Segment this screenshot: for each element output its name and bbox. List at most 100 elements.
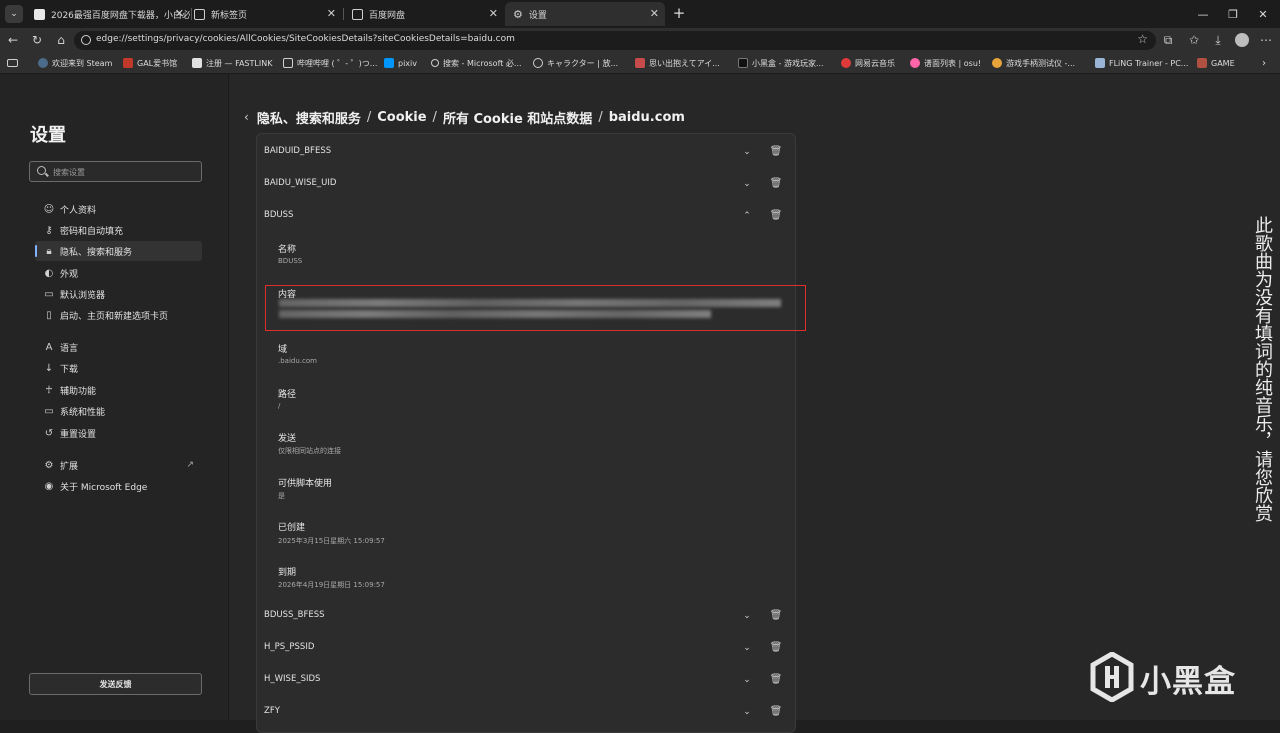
delete-icon[interactable]: 🗑︎ <box>769 704 783 718</box>
maximize-button[interactable]: ❐ <box>1218 0 1248 28</box>
favorite-item[interactable]: pixiv <box>384 56 417 70</box>
favorite-item[interactable]: キャラクター | 放... <box>533 56 618 70</box>
favorite-item[interactable]: 哔哩哔哩 ( ゜- ゜)つ... <box>283 56 377 70</box>
tab-label: 百度网盘 <box>369 10 406 21</box>
favorites-button[interactable]: ✩ <box>1186 32 1202 48</box>
sidebar-item-appearance[interactable]: ◐ 外观 <box>35 263 202 283</box>
tab-baidu-pan[interactable]: 百度网盘 ✕ <box>344 2 504 26</box>
extensions-button[interactable]: ⧉ <box>1160 32 1176 48</box>
send-feedback-button[interactable]: 发送反馈 <box>29 673 202 695</box>
close-icon[interactable]: ✕ <box>650 7 659 20</box>
sidebar-item-profile[interactable]: ☺ 个人资料 <box>35 199 202 219</box>
favorite-item[interactable]: 思い出抱えてアイ... <box>635 56 720 70</box>
close-icon[interactable]: ✕ <box>175 7 184 20</box>
close-icon[interactable]: ✕ <box>327 7 336 20</box>
sidebar-item-about[interactable]: ◉ 关于 Microsoft Edge <box>35 476 202 496</box>
edge-page-icon <box>81 35 91 45</box>
delete-icon[interactable]: 🗑︎ <box>769 176 783 190</box>
delete-icon[interactable]: 🗑︎ <box>769 608 783 622</box>
sidebar-item-label: 启动、主页和新建选项卡页 <box>60 311 169 322</box>
chevron-down-icon[interactable]: ⌄ <box>740 177 754 191</box>
profile-button[interactable] <box>1234 32 1250 48</box>
home-button[interactable]: ⌂ <box>53 32 69 48</box>
address-url: edge://settings/privacy/cookies/AllCooki… <box>96 34 515 44</box>
close-icon[interactable]: ✕ <box>489 7 498 20</box>
sidebar-item-downloads[interactable]: ↓ 下载 <box>35 358 202 378</box>
favorite-item[interactable]: FLiNG Trainer - PC... <box>1095 56 1188 70</box>
tab-new-tab[interactable]: 新标签页 ✕ <box>186 2 342 26</box>
back-chevron-icon[interactable]: ‹ <box>244 110 249 124</box>
refresh-button[interactable]: ↻ <box>29 32 45 48</box>
steam-icon <box>38 58 48 68</box>
cookie-name[interactable]: BAIDU_WISE_UID <box>264 178 336 188</box>
favorite-item[interactable]: 游戏手柄测试仪 -... <box>992 56 1075 70</box>
sidebar-item-passwords[interactable]: ⚷ 密码和自动填充 <box>35 220 202 240</box>
new-tab-button[interactable]: + <box>670 4 688 22</box>
downloads-button[interactable]: ⤓ <box>1210 32 1226 48</box>
search-input[interactable]: 搜索设置 <box>29 161 202 182</box>
download-icon: ⤓ <box>1215 32 1221 47</box>
chevron-down-icon[interactable]: ⌄ <box>740 673 754 687</box>
download-icon: ↓ <box>44 362 54 374</box>
cookie-name[interactable]: ZFY <box>264 706 280 716</box>
favorite-item[interactable]: GAME <box>1197 56 1235 70</box>
heybox-logo-icon <box>1090 652 1134 702</box>
chevron-down-icon[interactable]: ⌄ <box>740 705 754 719</box>
sidebar-item-startup[interactable]: ▯ 启动、主页和新建选项卡页 <box>35 305 202 325</box>
person-icon: ☺ <box>43 203 55 215</box>
delete-icon[interactable]: 🗑︎ <box>769 672 783 686</box>
cookie-name[interactable]: BAIDUID_BFESS <box>264 146 331 156</box>
sidebar-item-language[interactable]: A 语言 <box>35 337 202 357</box>
address-bar[interactable]: edge://settings/privacy/cookies/AllCooki… <box>74 31 1156 50</box>
galgame-icon <box>123 58 133 68</box>
chevron-down-icon[interactable]: ⌄ <box>740 145 754 159</box>
breadcrumb-item[interactable]: 隐私、搜索和服务 <box>257 108 361 127</box>
cookie-name[interactable]: H_PS_PSSID <box>264 642 314 652</box>
sidebar-item-label: 密码和自动填充 <box>60 226 124 237</box>
favorites-icon: ✩ <box>1188 33 1200 47</box>
favorite-star-icon[interactable]: ☆ <box>1137 32 1148 46</box>
favorite-item[interactable]: 谱面列表 | osu! <box>910 56 981 70</box>
tab-baidu-downloader[interactable]: 2026最强百度网盘下载器，小白必... ✕ <box>26 2 190 26</box>
cookie-name[interactable]: H_WISE_SIDS <box>264 674 320 684</box>
sidebar-item-system[interactable]: ▭ 系统和性能 <box>35 401 202 421</box>
more-icon: ⋯ <box>1260 33 1272 47</box>
minimize-button[interactable]: — <box>1188 0 1218 28</box>
sidebar-item-extensions[interactable]: ⚙ 扩展 ↗ <box>35 455 202 475</box>
favorites-bar: 欢迎来到 Steam GAL爱书馆 注册 — FASTLINK 哔哩哔哩 ( ゜… <box>0 52 1280 74</box>
delete-icon[interactable]: 🗑︎ <box>769 640 783 654</box>
window-close-button[interactable]: ✕ <box>1248 0 1278 28</box>
sidebar-item-reset[interactable]: ↺ 重置设置 <box>35 423 202 443</box>
sidebar-item-default-browser[interactable]: ▭ 默认浏览器 <box>35 284 202 304</box>
cookie-name[interactable]: BDUSS_BFESS <box>264 610 325 620</box>
bilibili-icon <box>283 58 293 68</box>
sidebar-item-accessibility[interactable]: ☥ 辅助功能 <box>35 380 202 400</box>
favorite-item[interactable]: 欢迎来到 Steam <box>38 56 112 70</box>
sidebar-item-privacy[interactable]: 🔒︎ 隐私、搜索和服务 <box>35 241 202 261</box>
favorite-item[interactable]: 注册 — FASTLINK <box>192 56 272 70</box>
more-menu-button[interactable]: ⋯ <box>1258 32 1274 48</box>
tab-settings[interactable]: ⚙ 设置 ✕ <box>505 2 665 26</box>
back-button[interactable]: ← <box>5 32 21 48</box>
delete-icon[interactable]: 🗑︎ <box>769 144 783 158</box>
chevron-down-icon[interactable]: ⌄ <box>740 609 754 623</box>
tab-actions-button[interactable]: ⌄ <box>5 5 23 23</box>
cookie-name[interactable]: BDUSS <box>264 210 293 220</box>
delete-icon[interactable]: 🗑︎ <box>769 208 783 222</box>
favorite-item[interactable]: 搜索 - Microsoft 必... <box>431 56 522 70</box>
browser-icon: ▭ <box>44 288 54 300</box>
sidebar-item-label: 默认浏览器 <box>60 290 106 301</box>
favorites-menu-button[interactable] <box>7 56 22 70</box>
breadcrumb-item[interactable]: Cookie <box>377 110 426 125</box>
favorite-item[interactable]: 小黑盒 - 游戏玩家... <box>738 56 824 70</box>
globe-icon <box>533 58 543 68</box>
home-icon: ⌂ <box>57 33 65 47</box>
breadcrumb-item[interactable]: 所有 Cookie 和站点数据 <box>443 108 592 127</box>
favorite-item[interactable]: GAL爱书馆 <box>123 56 177 70</box>
favorites-overflow-button[interactable]: › <box>1262 56 1266 70</box>
favorite-item[interactable]: 网易云音乐 <box>841 56 895 70</box>
chevron-up-icon[interactable]: ⌃ <box>740 209 754 223</box>
plus-icon: + <box>672 4 686 22</box>
chevron-down-icon[interactable]: ⌄ <box>740 641 754 655</box>
sidebar-item-label: 扩展 <box>60 461 79 472</box>
